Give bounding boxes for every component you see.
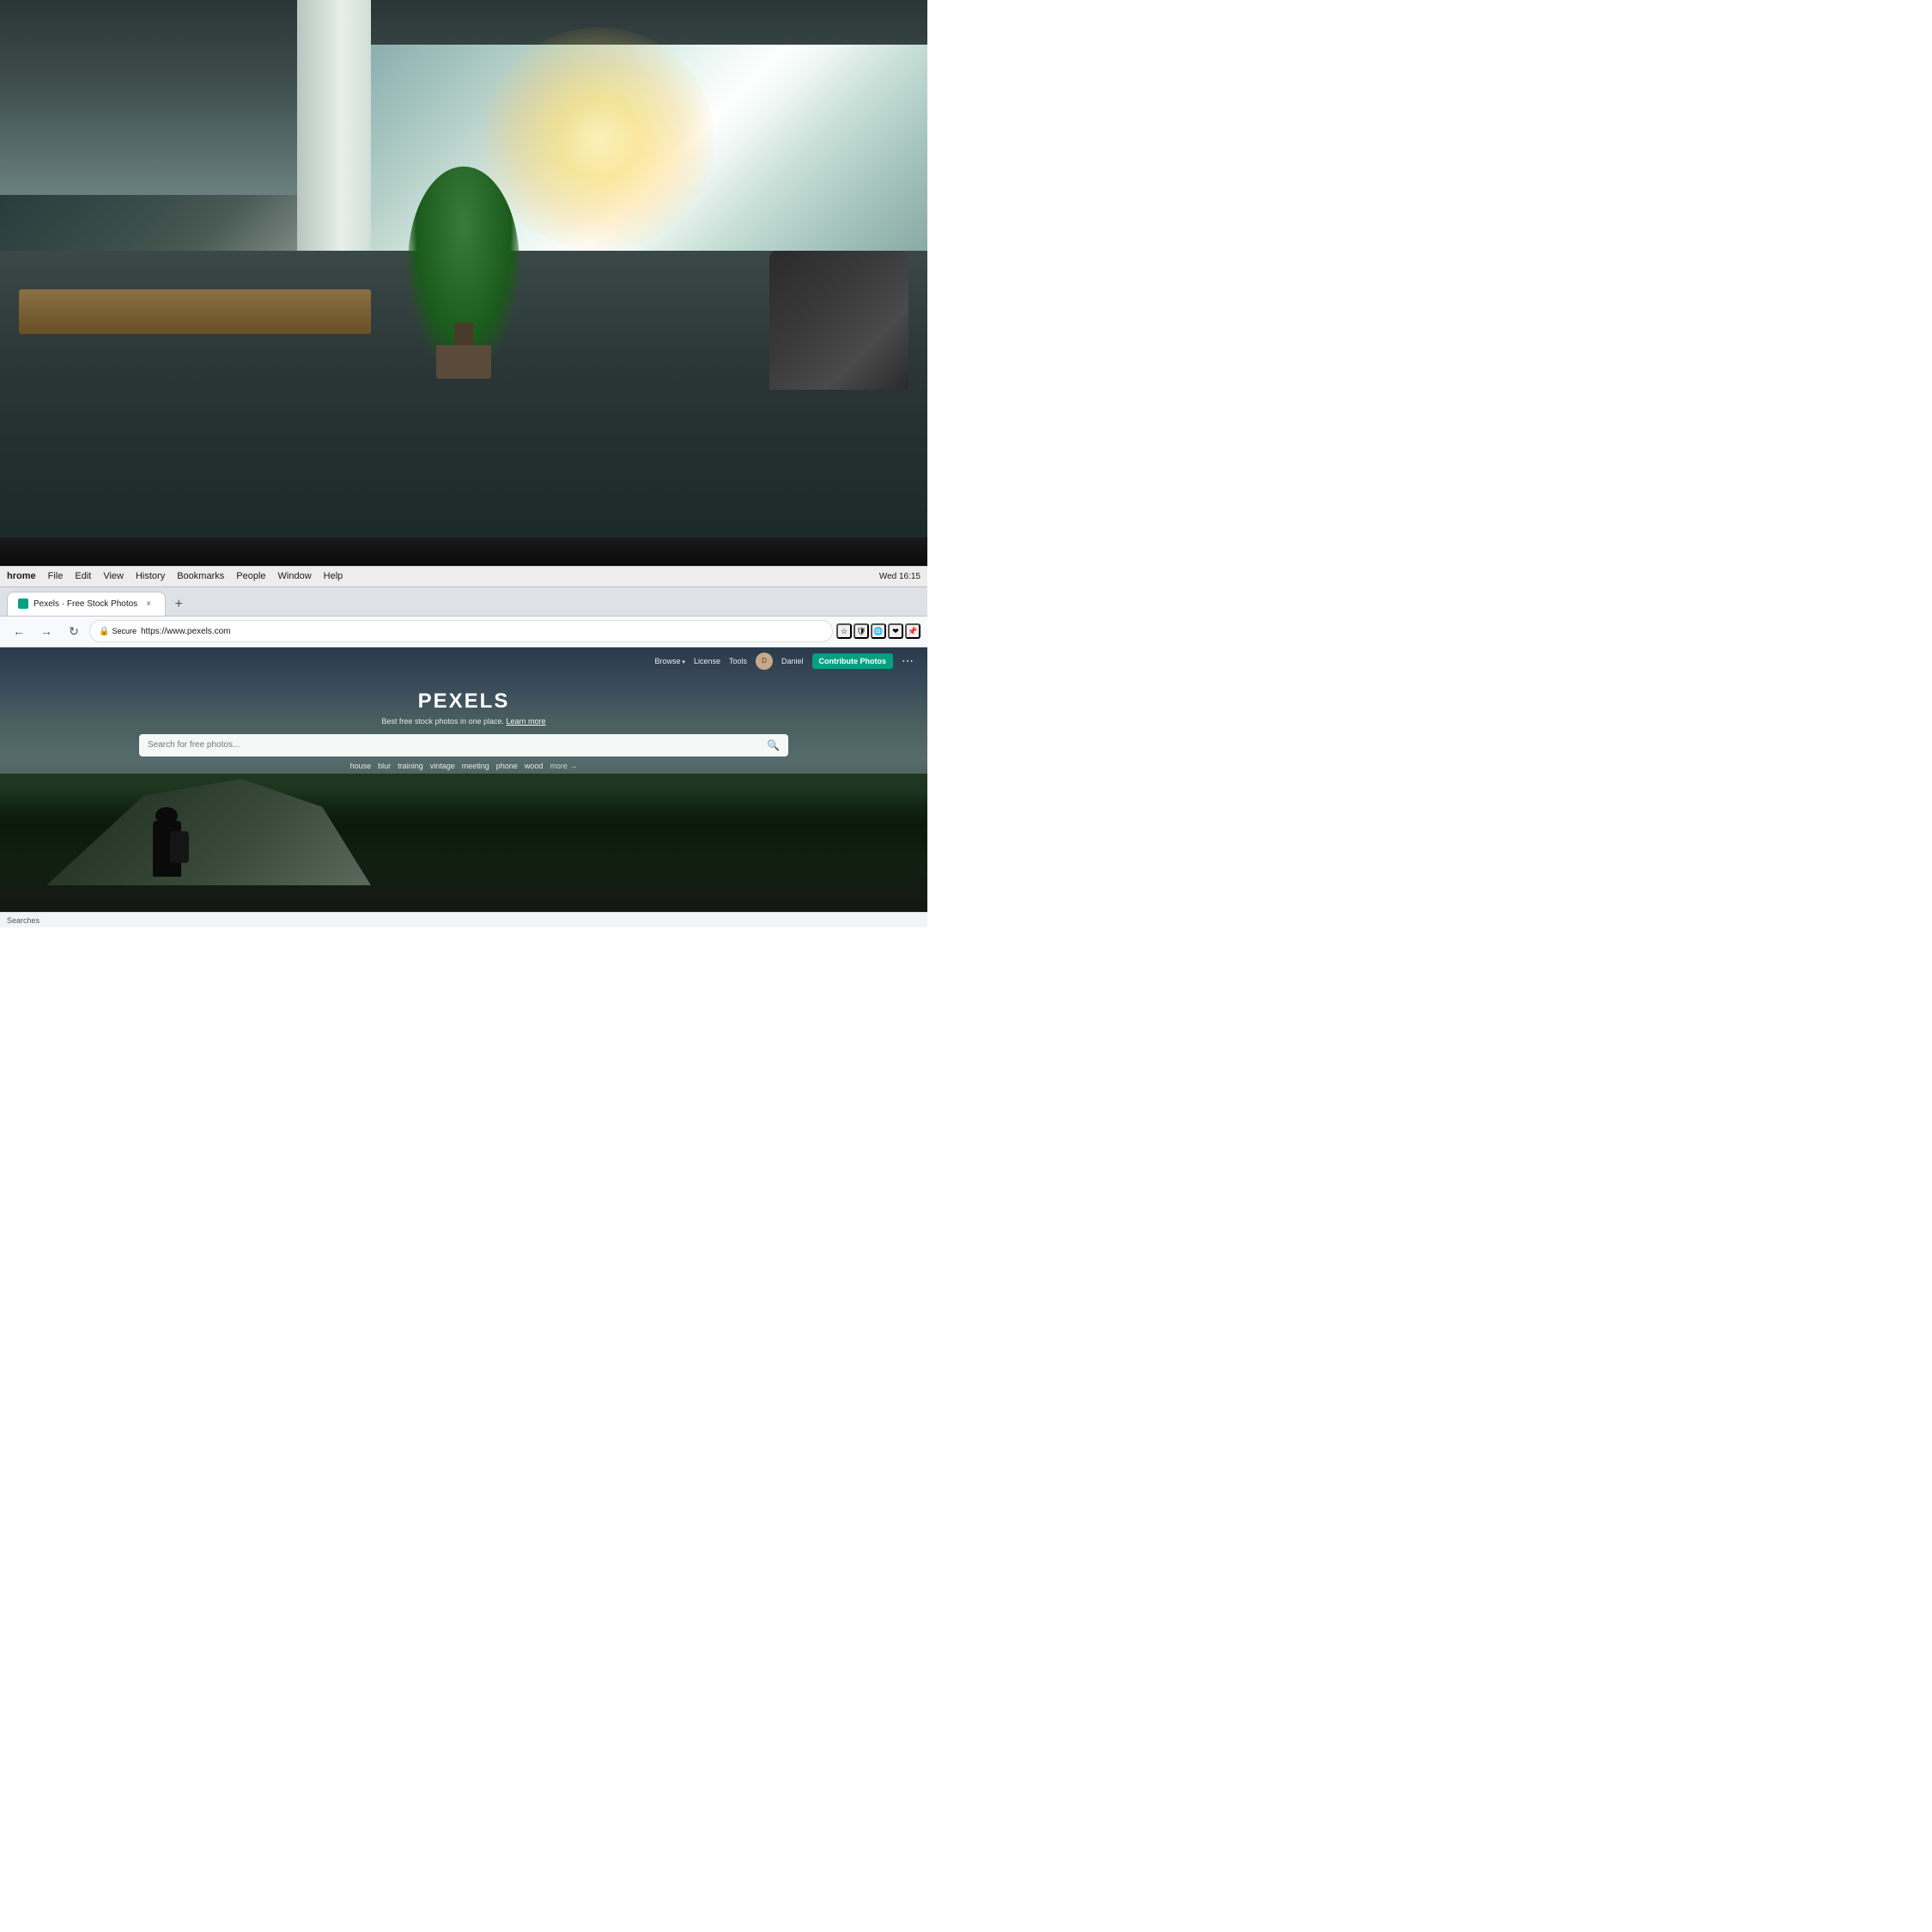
pexels-search-input[interactable] [148, 740, 762, 750]
menu-window[interactable]: Window [278, 571, 312, 581]
person-silhouette [139, 807, 195, 878]
menu-bar-left: hrome File Edit View History Bookmarks P… [7, 571, 867, 581]
person-backpack [170, 831, 190, 863]
menu-history[interactable]: History [136, 571, 165, 581]
browser-window: hrome File Edit View History Bookmarks P… [0, 566, 927, 927]
tag-wood[interactable]: wood [525, 762, 544, 770]
office-background [0, 0, 927, 556]
macos-menu-bar: hrome File Edit View History Bookmarks P… [0, 567, 927, 587]
menu-bar-right: Wed 16:15 [879, 572, 920, 581]
active-tab[interactable]: Pexels · Free Stock Photos × [7, 592, 166, 616]
learn-more-link[interactable]: Learn more [507, 717, 546, 726]
tag-blur[interactable]: blur [378, 762, 391, 770]
browser-nav-bar: ← → ↻ 🔒 Secure https://www.pexels.com ☆ … [0, 617, 927, 647]
pexels-search-bar[interactable]: 🔍 [139, 734, 788, 756]
lock-icon: 🔒 [99, 627, 109, 636]
tag-house[interactable]: house [350, 762, 372, 770]
ext-icon-1[interactable]: 🛡 [854, 623, 869, 639]
menu-edit[interactable]: Edit [75, 571, 91, 581]
tag-phone[interactable]: phone [496, 762, 518, 770]
menu-bookmarks[interactable]: Bookmarks [177, 571, 224, 581]
user-name-label[interactable]: Daniel [781, 657, 804, 665]
ext-icon-2[interactable]: 🌐 [871, 623, 886, 639]
user-avatar-initial: D [762, 657, 767, 665]
pexels-search-tags: house blur training vintage meeting phon… [139, 762, 788, 770]
url-text: https://www.pexels.com [141, 627, 230, 636]
pexels-content-area: Browse License Tools D Daniel Contribute… [0, 647, 927, 927]
new-tab-button[interactable]: + [167, 593, 190, 616]
address-bar[interactable]: 🔒 Secure https://www.pexels.com [89, 620, 833, 642]
more-options-button[interactable]: ⋯ [902, 653, 914, 668]
pexels-navigation: Browse License Tools D Daniel Contribute… [0, 647, 927, 675]
pexels-nav-right: Browse License Tools D Daniel Contribute… [654, 653, 914, 670]
office-chair [769, 251, 908, 390]
bookmark-star-button[interactable]: ☆ [836, 623, 852, 639]
menu-app-name[interactable]: hrome [7, 571, 36, 581]
menu-view[interactable]: View [103, 571, 124, 581]
monitor-bezel [0, 538, 927, 565]
secure-badge: 🔒 Secure [99, 627, 137, 636]
menu-help[interactable]: Help [324, 571, 343, 581]
refresh-button[interactable]: ↻ [62, 619, 86, 643]
browser-status-bar: Searches [0, 912, 927, 927]
forward-button[interactable]: → [34, 619, 58, 643]
tools-nav-link[interactable]: Tools [729, 657, 747, 665]
back-button[interactable]: ← [7, 619, 31, 643]
search-icon: 🔍 [767, 739, 780, 751]
browse-nav-link[interactable]: Browse [654, 657, 684, 665]
ext-icon-4[interactable]: 📌 [905, 623, 920, 639]
pexels-subtitle: Best free stock photos in one place. Lea… [139, 717, 788, 726]
tag-vintage[interactable]: vintage [430, 762, 455, 770]
secure-label: Secure [112, 627, 137, 635]
pexels-hero-section: Browse License Tools D Daniel Contribute… [0, 647, 927, 927]
menu-people[interactable]: People [236, 571, 265, 581]
tab-favicon [18, 598, 28, 609]
license-nav-link[interactable]: License [694, 657, 720, 665]
browser-tab-bar: Pexels · Free Stock Photos × + [0, 587, 927, 617]
tab-title: Pexels · Free Stock Photos [33, 599, 137, 609]
office-plant-pot [436, 345, 492, 379]
menu-bar-time: Wed 16:15 [879, 572, 920, 581]
tab-close-button[interactable]: × [143, 598, 155, 610]
pexels-search-button[interactable]: 🔍 [767, 739, 780, 751]
office-desk [19, 289, 371, 334]
tag-training[interactable]: training [398, 762, 423, 770]
tag-more[interactable]: more → [550, 762, 577, 770]
user-avatar[interactable]: D [756, 653, 773, 670]
office-sunlight [483, 27, 714, 250]
pexels-site-title: PEXELS [139, 690, 788, 714]
status-bar-text: Searches [7, 916, 39, 925]
contribute-photos-button[interactable]: Contribute Photos [812, 653, 894, 669]
pexels-hero-content: PEXELS Best free stock photos in one pla… [139, 690, 788, 770]
menu-file[interactable]: File [48, 571, 64, 581]
toolbar-extensions: ☆ 🛡 🌐 ❤ 📌 [836, 623, 920, 639]
tag-meeting[interactable]: meeting [462, 762, 489, 770]
ext-icon-3[interactable]: ❤ [888, 623, 903, 639]
